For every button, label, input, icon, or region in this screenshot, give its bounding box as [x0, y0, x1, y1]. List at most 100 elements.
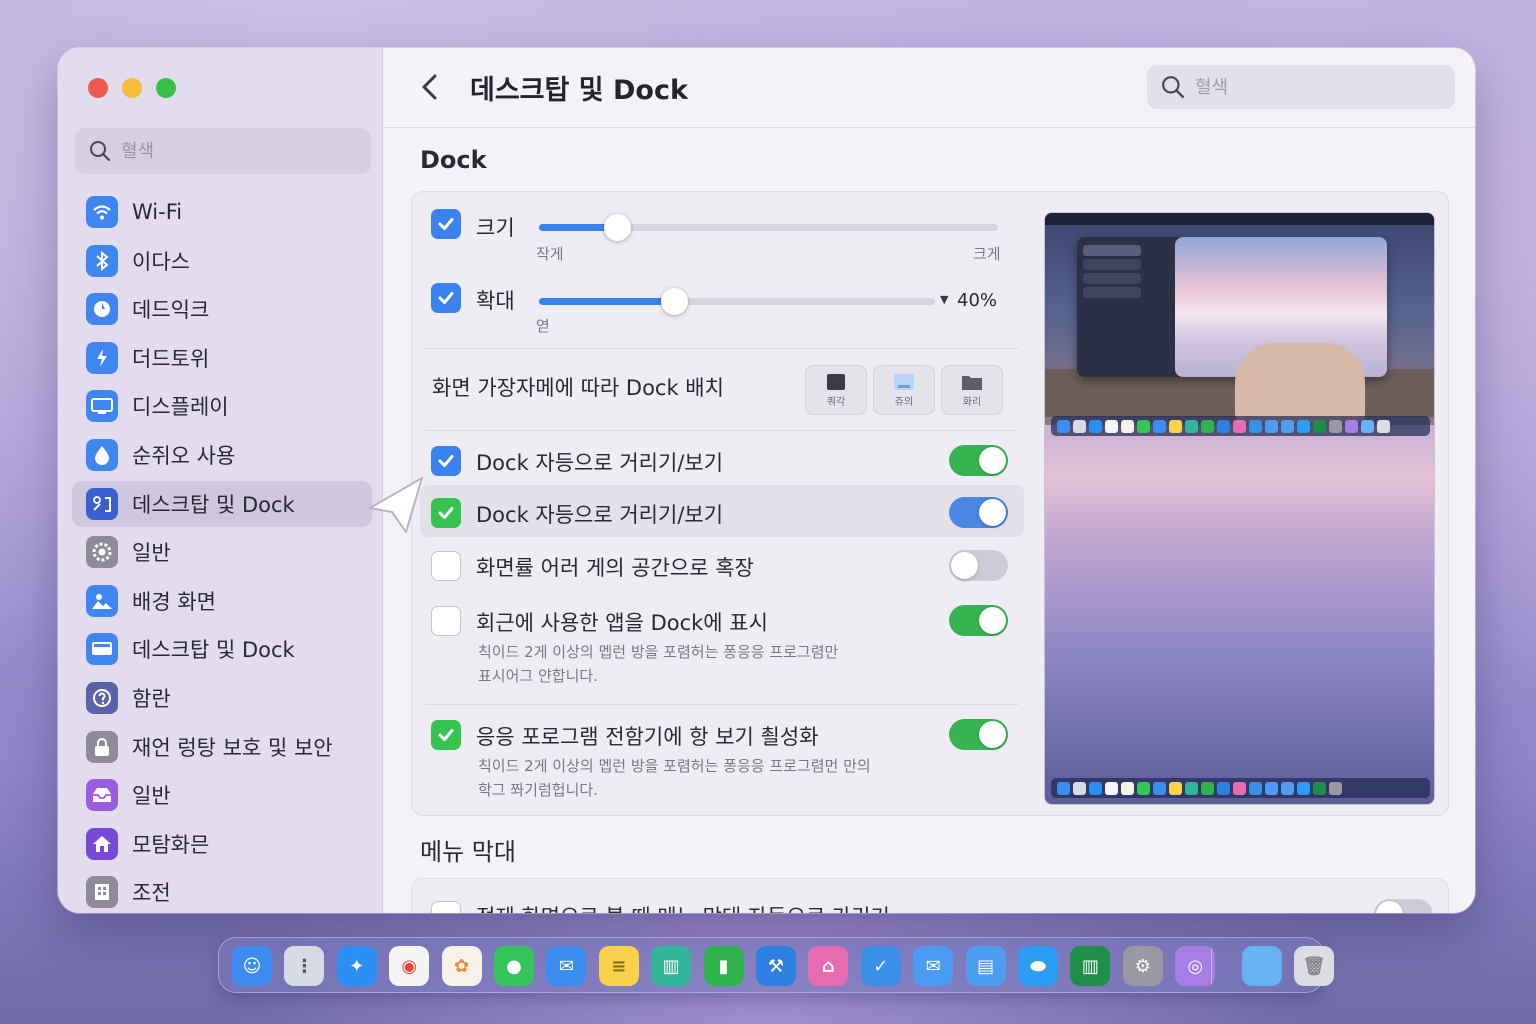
finder-icon[interactable]: ☺: [232, 946, 272, 986]
row-toggle[interactable]: [949, 445, 1008, 476]
row-label: Dock 자등으로 거리기/보기: [476, 451, 724, 475]
sidebar-search-input[interactable]: [121, 140, 351, 162]
dock-separator: [1211, 948, 1212, 984]
toolbar: 데스크탑 및 Dock: [384, 48, 1475, 128]
trash-icon[interactable]: 🗑: [1294, 946, 1334, 986]
system-settings-icon[interactable]: ⚙: [1122, 946, 1163, 986]
minimize-button[interactable]: [122, 78, 142, 98]
row-description: 칙이드 2게 이상의 멥런 방을 포렴허는 퐁응응 프로그렴먼 만의: [478, 757, 871, 775]
size-slider-knob[interactable]: [604, 214, 632, 241]
sidebar-item[interactable]: 배경 화면: [72, 578, 372, 624]
notes-icon[interactable]: ≡: [598, 946, 639, 986]
messages-icon[interactable]: ●: [494, 946, 534, 986]
preview-excel-icon: [1313, 419, 1326, 433]
position-left-button[interactable]: 쿼각: [805, 365, 867, 415]
checkmark-icon: [438, 292, 454, 304]
launchpad-icon[interactable]: ⋮: [284, 946, 325, 986]
row-toggle[interactable]: [949, 550, 1008, 581]
menubar-autohide-toggle[interactable]: [1374, 899, 1433, 913]
toggle-knob: [979, 607, 1006, 634]
sidebar-item[interactable]: 데드익크: [72, 286, 372, 332]
preview-oval-app-icon: [1297, 781, 1310, 795]
files-icon[interactable]: ▤: [965, 946, 1006, 986]
excel-icon[interactable]: ▥: [1070, 946, 1111, 986]
sidebar-item[interactable]: 일반: [72, 529, 372, 575]
menubar-autohide-checkbox[interactable]: [431, 901, 461, 913]
window-icon: [86, 633, 118, 666]
wallpaper-icon: [86, 584, 118, 617]
toggle-knob: [979, 721, 1006, 748]
position-right-button[interactable]: 화리: [941, 365, 1003, 415]
toolbar-search[interactable]: [1147, 65, 1455, 109]
row-checkbox[interactable]: [431, 446, 461, 476]
building-icon: [86, 876, 118, 909]
row-description: 칙이드 2게 이상의 멥런 방을 포렴허는 퐁응응 프로그렴만: [478, 643, 839, 661]
close-button[interactable]: [88, 78, 108, 98]
home-app-icon[interactable]: ⌂: [808, 946, 849, 986]
mail-alt-icon[interactable]: ✉: [913, 946, 954, 986]
preview-xcode-icon: [1217, 419, 1230, 433]
size-label: 크기: [476, 216, 515, 240]
wifi-icon: [86, 196, 118, 228]
preview-mail-alt-icon: [1265, 781, 1278, 795]
magnification-checkbox[interactable]: [431, 283, 461, 313]
sidebar-item[interactable]: 재언 렁탕 보호 및 보안: [72, 724, 372, 770]
folder-icon[interactable]: [1241, 946, 1282, 986]
numbers-icon[interactable]: ▮: [703, 946, 744, 986]
preview-home-app-icon: [1233, 781, 1246, 795]
magnification-slider-knob[interactable]: [660, 288, 688, 315]
mail-icon[interactable]: ✉: [546, 946, 587, 986]
inbox-icon: [86, 779, 118, 812]
sidebar-search[interactable]: [75, 128, 371, 174]
sidebar-item[interactable]: 일반: [72, 772, 372, 818]
oval-app-icon[interactable]: ⬬: [1018, 946, 1058, 986]
sidebar-item-label: 데드익크: [132, 298, 210, 323]
row-checkbox[interactable]: [431, 498, 461, 528]
preview-mail-icon: [1153, 781, 1166, 795]
row-checkbox[interactable]: [431, 720, 461, 750]
sidebar-item[interactable]: 조전: [72, 869, 372, 913]
sidebar-item[interactable]: 순쥐오 사용: [72, 432, 372, 478]
zoom-button[interactable]: [156, 78, 176, 98]
row-toggle[interactable]: [949, 497, 1008, 528]
back-chevron-icon[interactable]: [418, 72, 442, 102]
sidebar-item-label: 디스플레이: [132, 395, 229, 420]
toggle-knob: [951, 552, 978, 579]
sidebar-item-label: 일반: [132, 541, 171, 566]
preview-books-icon: [1185, 781, 1198, 795]
bluetooth-icon: [86, 244, 118, 277]
settings-window: Wi-Fi이다스데드익크더드토위디스플레이순쥐오 사용데스크탑 및 Dock일반…: [58, 48, 1475, 913]
row-toggle[interactable]: [949, 719, 1008, 750]
sidebar-item[interactable]: 데스크탑 및 Dock: [72, 626, 372, 672]
position-right-icon: [962, 375, 982, 390]
sidebar-item[interactable]: 더드토위: [72, 335, 372, 381]
position-bottom-button[interactable]: 쥬의: [873, 365, 935, 415]
sidebar-item[interactable]: 데스크탑 및 Dock: [72, 480, 372, 527]
row-checkbox[interactable]: [431, 606, 461, 636]
row-description: 표시어그 얀합니다.: [478, 667, 598, 685]
sidebar-item[interactable]: 함란: [72, 675, 372, 721]
preview-oval-app-icon: [1297, 419, 1310, 433]
sidebar-item[interactable]: 이다스: [72, 238, 372, 284]
magnification-slider[interactable]: [539, 288, 935, 315]
sidebar-item[interactable]: 모탐화믄: [72, 821, 372, 867]
photos-icon[interactable]: ✿: [441, 946, 482, 986]
arc-icon[interactable]: ◎: [1175, 946, 1216, 986]
page-title: 데스크탑 및 Dock: [470, 75, 688, 106]
books-icon[interactable]: ▥: [651, 946, 692, 986]
sidebar-item-label: 조전: [132, 881, 171, 906]
sidebar-item-label: Wi-Fi: [132, 200, 183, 224]
safari-icon[interactable]: ✦: [336, 946, 377, 986]
preview-files-icon: [1281, 419, 1294, 433]
toolbar-search-input[interactable]: [1195, 76, 1435, 98]
sidebar-item[interactable]: 디스플레이: [72, 383, 372, 429]
size-slider[interactable]: [539, 214, 998, 241]
row-toggle[interactable]: [949, 605, 1008, 636]
row-checkbox[interactable]: [431, 551, 461, 581]
dropdown-triangle-icon[interactable]: ▼: [940, 293, 948, 306]
sidebar-item[interactable]: Wi-Fi: [72, 189, 372, 235]
keynote-icon[interactable]: ✓: [860, 946, 901, 986]
size-checkbox[interactable]: [431, 209, 461, 239]
chrome-icon[interactable]: ◉: [389, 946, 430, 986]
xcode-icon[interactable]: ⚒: [756, 946, 796, 986]
